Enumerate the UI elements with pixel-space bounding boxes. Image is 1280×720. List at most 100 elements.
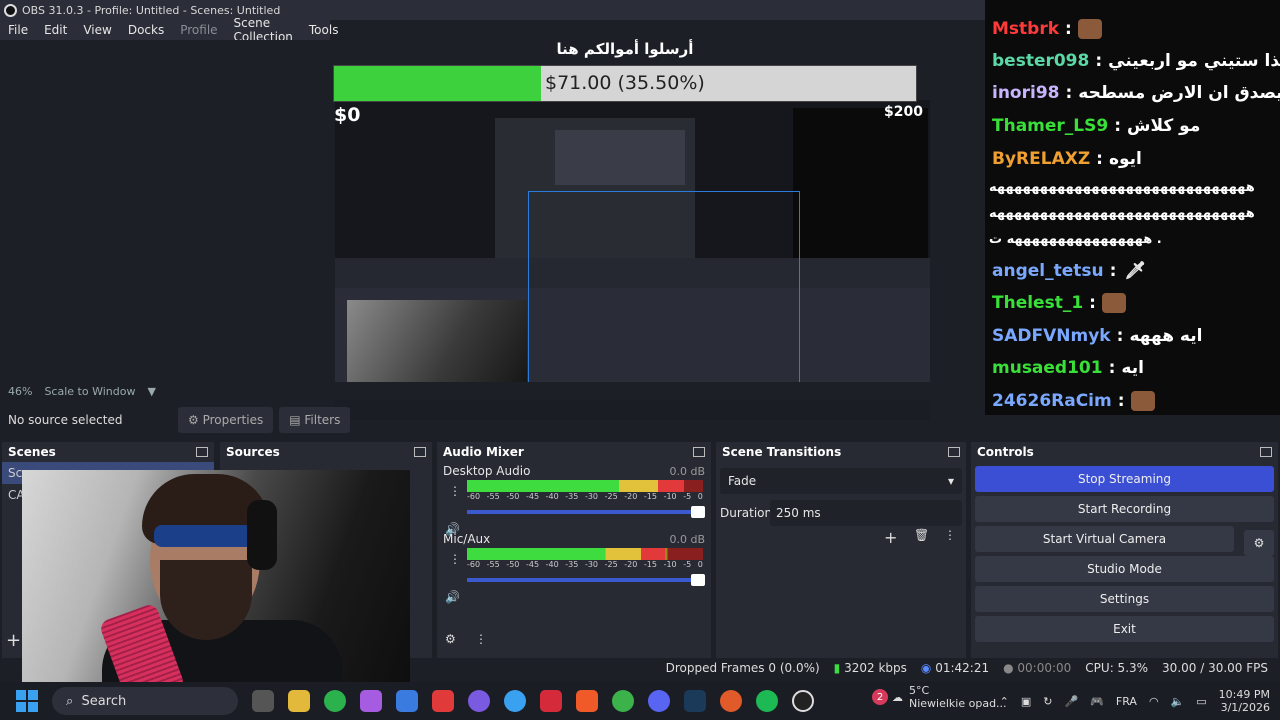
chat-user: bester098 xyxy=(992,51,1090,71)
chevron-up-icon[interactable]: ⌃ xyxy=(1000,695,1009,708)
filters-button[interactable]: ▤ Filters xyxy=(279,407,351,433)
volume-slider[interactable] xyxy=(467,506,705,518)
float-dock-icon[interactable] xyxy=(1260,447,1272,457)
transition-select[interactable]: Fade ▾ xyxy=(720,468,962,494)
chat-message: هذا ستيني مو اربعيني xyxy=(1108,51,1280,71)
store-icon[interactable] xyxy=(396,690,418,712)
signal-icon: ▮ xyxy=(833,661,845,675)
scale-tick: -30 xyxy=(584,492,599,501)
emote-icon xyxy=(1101,293,1126,313)
task-view-icon[interactable] xyxy=(252,690,274,712)
sources-title: Sources xyxy=(226,445,280,459)
xbox-icon[interactable] xyxy=(324,690,346,712)
brave-icon[interactable] xyxy=(576,690,598,712)
menu-edit[interactable]: Edit xyxy=(36,23,75,37)
chat-line: angel_tetsu: 🗡 xyxy=(992,261,1147,281)
cpu-usage: CPU: 5.3% xyxy=(1085,661,1149,675)
emote-icon xyxy=(1077,19,1102,39)
steam-icon[interactable] xyxy=(684,690,706,712)
messenger-icon[interactable] xyxy=(468,690,490,712)
search-icon: ⌕ xyxy=(66,693,82,709)
chat-line: musaed101: ايه xyxy=(992,358,1144,378)
float-dock-icon[interactable] xyxy=(693,447,705,457)
utorrent-icon[interactable] xyxy=(612,690,634,712)
preview-canvas[interactable]: أرسلوا أموالكم هنا $71.00 (35.50%) $0 $2… xyxy=(0,40,985,420)
scenes-header: Scenes xyxy=(2,442,214,462)
mixer-track: Desktop Audio 0.0 dB ⋮ -60 -55 -50 -45 -40 -35… xyxy=(437,462,711,536)
wps-icon[interactable] xyxy=(540,690,562,712)
microphone-icon[interactable]: 🎤 xyxy=(1064,695,1078,708)
volume-slider-handle[interactable] xyxy=(691,574,705,586)
trash-icon[interactable]: 🗑 xyxy=(914,528,929,542)
chevron-down-icon[interactable]: ▼ xyxy=(147,385,155,398)
float-dock-icon[interactable] xyxy=(948,447,960,457)
menu-docks[interactable]: Docks xyxy=(120,23,172,37)
add-transition-icon[interactable]: + xyxy=(884,528,897,547)
controls-dock: Controls Stop Streaming Start Recording … xyxy=(971,442,1278,658)
battery-icon[interactable]: ▭ xyxy=(1196,695,1206,708)
tray-sync-icon[interactable]: ↻ xyxy=(1043,695,1052,708)
menu-view[interactable]: View xyxy=(75,23,119,37)
kebab-menu-icon[interactable]: ⋮ xyxy=(944,528,956,542)
taskbar-search[interactable]: ⌕ Search xyxy=(52,687,238,715)
app-icon[interactable] xyxy=(432,690,454,712)
float-dock-icon[interactable] xyxy=(414,447,426,457)
weather-widget[interactable]: 2 ☁ 5°C Niewielkie opad... xyxy=(872,684,1007,710)
spotify-icon[interactable] xyxy=(756,690,778,712)
menu-profile[interactable]: Profile xyxy=(172,23,225,37)
track-db: 0.0 dB xyxy=(669,532,705,546)
zoom-level: 46% xyxy=(8,384,33,398)
duration-input[interactable]: 250 ms xyxy=(770,500,962,526)
studio-mode-button[interactable]: Studio Mode xyxy=(975,556,1274,582)
virtual-camera-settings-button[interactable]: ⚙ xyxy=(1244,530,1274,556)
start-virtual-camera-button[interactable]: Start Virtual Camera xyxy=(975,526,1234,552)
controls-title: Controls xyxy=(977,445,1034,459)
language-indicator[interactable]: FRA xyxy=(1116,695,1137,708)
scale-tick: -5 xyxy=(683,492,692,501)
menu-tools[interactable]: Tools xyxy=(301,23,347,37)
gear-icon[interactable]: ⚙ xyxy=(445,632,456,646)
system-tray: ⌃ ▣ ↻ 🎤 🎮 FRA ◠ 🔈 ▭ 10:49 PM 3/1/2026 xyxy=(1000,688,1270,714)
kebab-menu-icon[interactable]: ⋮ xyxy=(475,632,487,646)
edge-icon[interactable] xyxy=(504,690,526,712)
firefox-icon[interactable] xyxy=(720,690,742,712)
wifi-icon[interactable]: ◠ xyxy=(1149,695,1159,708)
scale-mode-select[interactable]: Scale to Window xyxy=(44,385,135,398)
volume-icon[interactable]: 🔈 xyxy=(1171,695,1185,708)
tray-app-icon[interactable]: ▣ xyxy=(1021,695,1031,708)
notification-badge: 2 xyxy=(872,689,888,705)
record-time: ● 00:00:00 xyxy=(1003,661,1071,675)
volume-slider-handle[interactable] xyxy=(691,506,705,518)
kebab-menu-icon[interactable]: ⋮ xyxy=(449,552,461,566)
exit-button[interactable]: Exit xyxy=(975,616,1274,642)
volume-slider[interactable] xyxy=(467,574,705,586)
add-scene-icon[interactable]: + xyxy=(6,630,21,651)
menu-file[interactable]: File xyxy=(0,23,36,37)
donation-max: $200 xyxy=(884,104,923,120)
dropped-frames: Dropped Frames 0 (0.0%) xyxy=(665,661,820,675)
window-titlebar: OBS 31.0.3 - Profile: Untitled - Scenes:… xyxy=(0,0,985,20)
copilot-icon[interactable] xyxy=(360,690,382,712)
clock[interactable]: 10:49 PM 3/1/2026 xyxy=(1219,688,1270,714)
start-recording-button[interactable]: Start Recording xyxy=(975,496,1274,522)
speaker-icon[interactable]: 🔊 xyxy=(445,590,460,604)
properties-button[interactable]: ⚙ Properties xyxy=(178,407,274,433)
settings-button[interactable]: Settings xyxy=(975,586,1274,612)
chat-line: Thelest_1: xyxy=(992,288,1126,318)
kebab-menu-icon[interactable]: ⋮ xyxy=(449,484,461,498)
fps: 30.00 / 30.00 FPS xyxy=(1162,661,1268,675)
windows-start-icon[interactable] xyxy=(16,690,38,712)
scale-tick: -10 xyxy=(663,492,677,501)
file-explorer-icon[interactable] xyxy=(288,690,310,712)
transitions-title: Scene Transitions xyxy=(722,445,842,459)
chat-line: bester098: هذا ستيني مو اربعيني xyxy=(992,46,1280,76)
chat-line: ByRELAXZ: ايوه xyxy=(992,149,1142,169)
obs-taskbar-icon[interactable] xyxy=(792,690,814,712)
gamepad-icon[interactable]: 🎮 xyxy=(1090,695,1104,708)
discord-icon[interactable] xyxy=(648,690,670,712)
chat-spam-line: ههههههههههههههههه ت . xyxy=(989,232,1163,247)
scale-tick: -40 xyxy=(545,560,559,569)
gear-icon: ⚙ xyxy=(188,413,203,427)
float-dock-icon[interactable] xyxy=(196,447,208,457)
stop-streaming-button[interactable]: Stop Streaming xyxy=(975,466,1274,492)
